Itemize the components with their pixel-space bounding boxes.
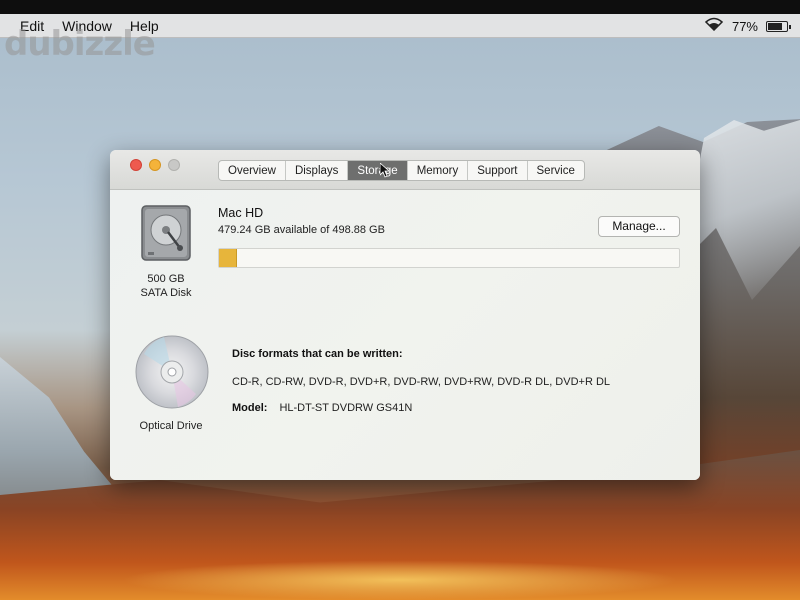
window-titlebar[interactable]: Overview Displays Storage Memory Support…: [110, 150, 700, 190]
disk-type-label: SATA Disk: [140, 287, 192, 299]
screen-bezel: [0, 0, 800, 14]
disc-formats-title: Disc formats that can be written:: [232, 348, 403, 360]
mouse-cursor-icon: [380, 163, 390, 178]
model-label: Model:: [232, 402, 268, 414]
disk-size-label: 500 GB: [147, 273, 185, 285]
storage-usage-bar: [218, 248, 680, 268]
about-this-mac-window: Overview Displays Storage Memory Support…: [110, 150, 700, 480]
optical-drive-label: Optical Drive: [139, 420, 203, 432]
storage-panel: 500 GB SATA Disk Mac HD 479.24 GB availa…: [110, 190, 700, 480]
tab-displays[interactable]: Displays: [286, 161, 349, 180]
tab-storage[interactable]: Storage: [348, 161, 408, 180]
close-button[interactable]: [130, 159, 142, 171]
tab-bar: Overview Displays Storage Memory Support…: [218, 160, 585, 181]
optical-model-row: Model: HL-DT-ST DVDRW GS41N: [232, 402, 412, 414]
manage-button[interactable]: Manage...: [598, 216, 680, 237]
hard-drive-icon: [141, 205, 191, 261]
watermark-logo: dubizzle: [4, 24, 156, 64]
volume-name: Mac HD: [218, 206, 264, 220]
battery-icon[interactable]: [766, 20, 791, 32]
model-value: HL-DT-ST DVDRW GS41N: [279, 402, 413, 414]
minimize-button[interactable]: [149, 159, 161, 171]
disc-formats-list: CD-R, CD-RW, DVD-R, DVD+R, DVD-RW, DVD+R…: [232, 376, 611, 388]
tab-support[interactable]: Support: [468, 161, 528, 180]
volume-availability: 479.24 GB available of 498.88 GB: [218, 224, 385, 236]
tab-overview[interactable]: Overview: [219, 161, 286, 180]
wallpaper-glow: [120, 560, 680, 600]
disk-capacity: 500 GB SATA Disk: [120, 272, 212, 300]
tab-service[interactable]: Service: [528, 161, 584, 180]
zoom-button[interactable]: [168, 159, 180, 171]
storage-used-segment: [219, 249, 238, 267]
optical-disc-icon: [135, 335, 209, 409]
tab-memory[interactable]: Memory: [408, 161, 469, 180]
battery-percent: 77%: [731, 18, 758, 34]
wifi-icon[interactable]: [704, 17, 724, 36]
menu-bar-status: 77%: [704, 14, 791, 38]
